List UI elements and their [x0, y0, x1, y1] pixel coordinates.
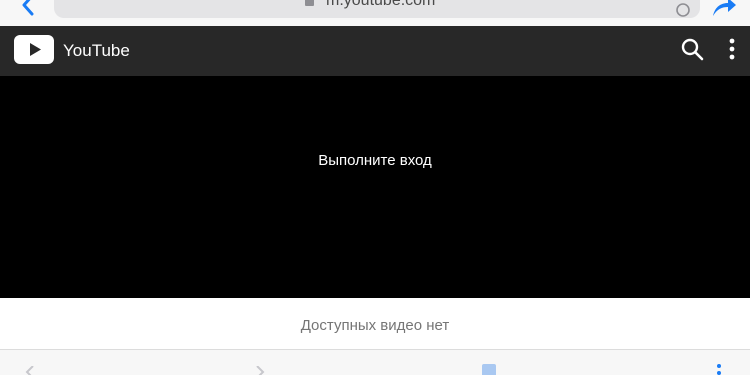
share-arrow-icon: [713, 0, 736, 16]
video-player[interactable]: Выполните вход: [0, 76, 750, 298]
video-list-empty-state: Доступных видео нет: [0, 298, 750, 348]
back-arrow-icon[interactable]: [24, 366, 36, 375]
search-button[interactable]: [680, 37, 704, 61]
reload-icon[interactable]: [675, 2, 691, 18]
more-options-button[interactable]: [720, 37, 744, 61]
vertical-dots-icon: [729, 38, 735, 60]
browser-bottom-toolbar: [0, 349, 750, 375]
empty-list-message: Доступных видео нет: [300, 317, 450, 334]
browser-top-bar: m.youtube.com: [0, 0, 750, 26]
more-dots-icon[interactable]: [713, 362, 725, 375]
address-bar[interactable]: m.youtube.com: [54, 0, 700, 18]
url-text: m.youtube.com: [326, 0, 436, 9]
youtube-logo[interactable]: [14, 35, 54, 64]
youtube-header: YouTube: [0, 26, 750, 76]
youtube-play-icon: [14, 35, 54, 64]
page: m.youtube.com YouTube Выполните вход Дос…: [0, 0, 750, 375]
share-button[interactable]: [710, 0, 738, 18]
chevron-left-icon: [22, 0, 34, 16]
lock-icon: [305, 0, 314, 6]
search-icon: [681, 38, 704, 61]
browser-back-button[interactable]: [18, 0, 40, 16]
header-title: YouTube: [63, 41, 130, 60]
sign-in-message: Выполните вход: [318, 152, 432, 169]
forward-arrow-icon[interactable]: [254, 366, 266, 375]
tabs-button[interactable]: [482, 364, 496, 375]
